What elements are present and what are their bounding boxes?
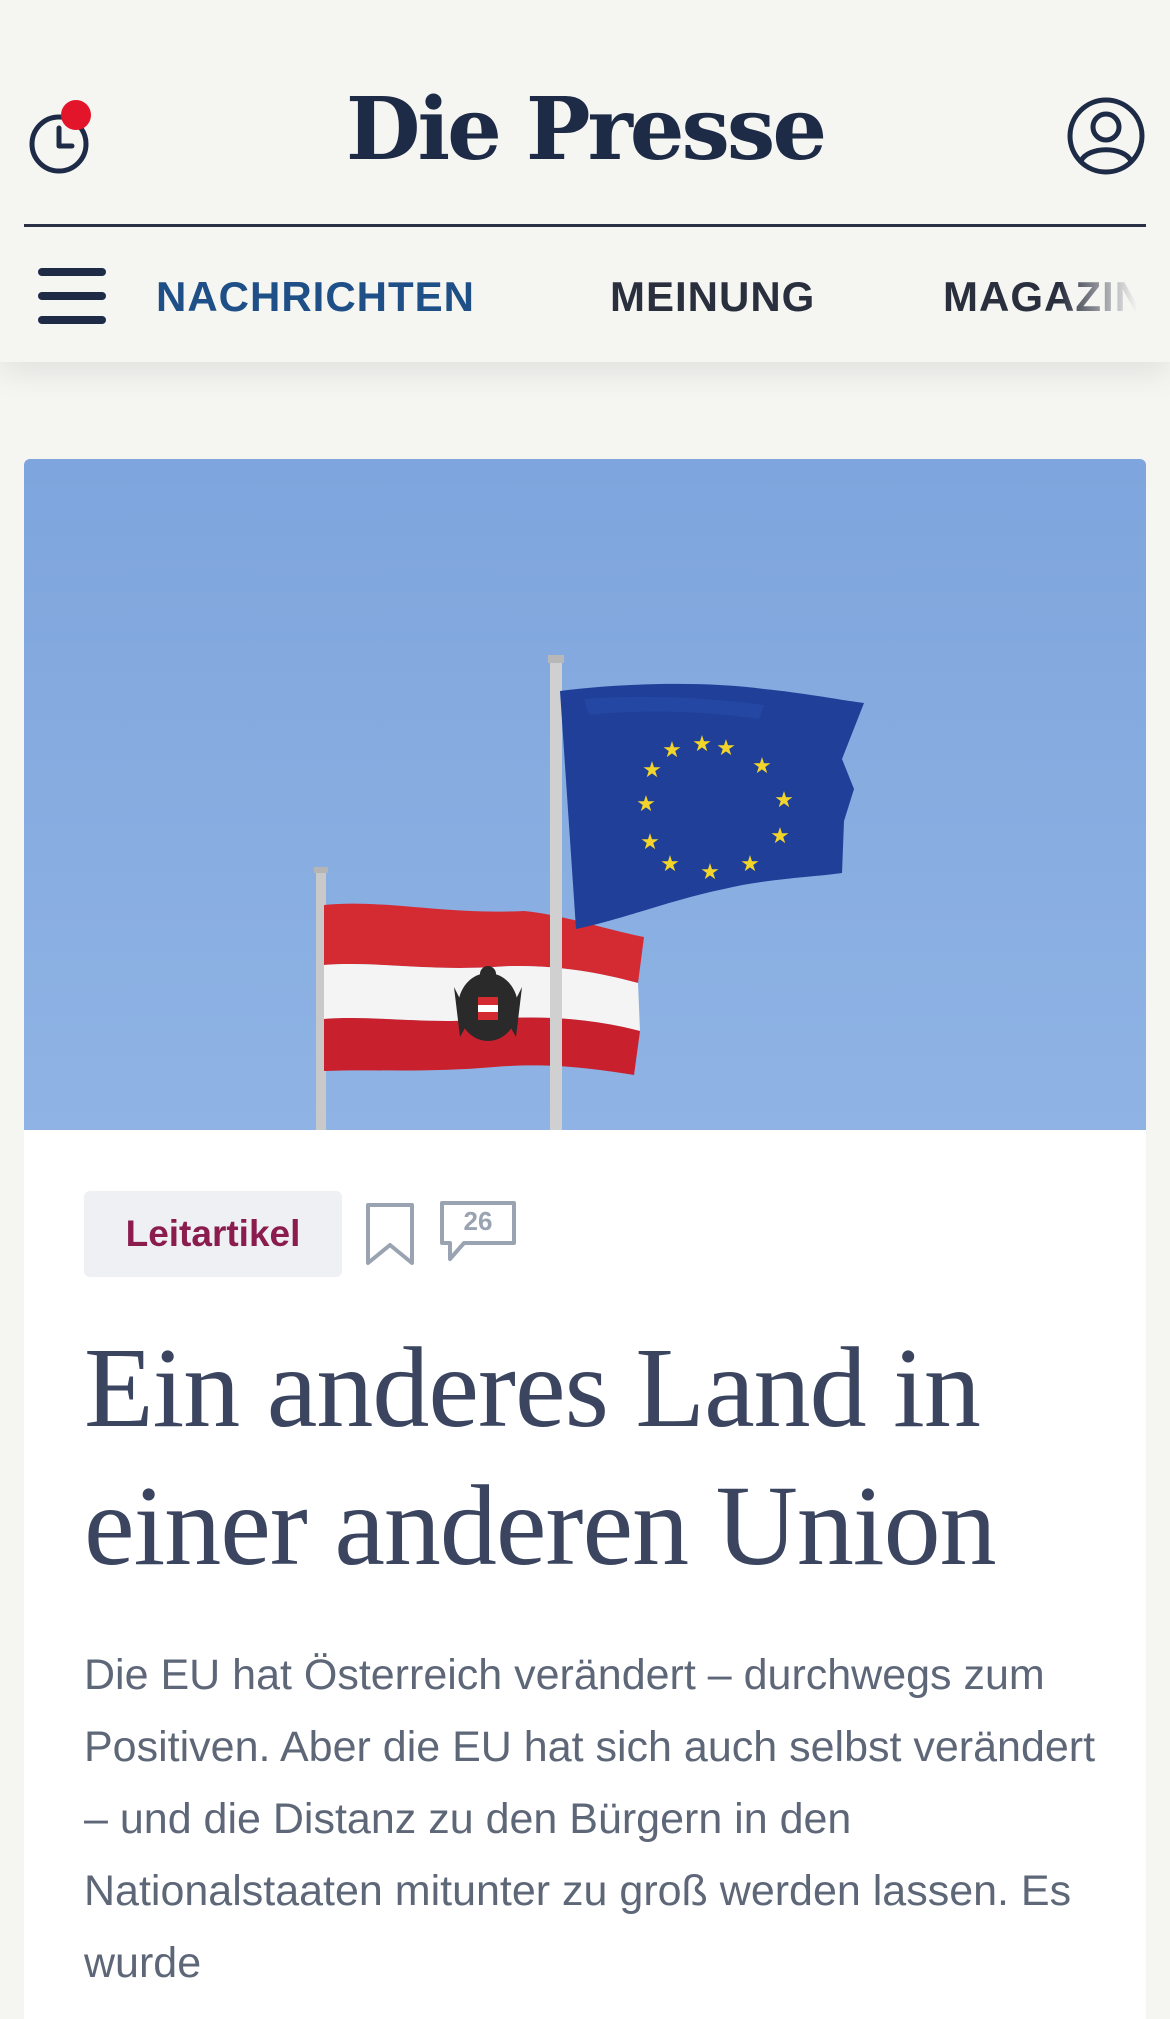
header-divider bbox=[24, 224, 1146, 227]
austrian-flag-and-eu-flag-image: ★ ★ ★ ★ ★ ★ ★ ★ ★ ★ ★ ★ bbox=[24, 459, 1146, 1130]
category-tag[interactable]: Leitartikel bbox=[84, 1191, 342, 1277]
svg-text:★: ★ bbox=[642, 758, 662, 783]
nav-item-nachrichten[interactable]: NACHRICHTEN bbox=[156, 272, 475, 322]
svg-text:★: ★ bbox=[640, 830, 660, 855]
article-headline[interactable]: Ein anderes Land in einer anderen Union bbox=[84, 1319, 1094, 1595]
svg-text:★: ★ bbox=[774, 788, 794, 813]
svg-text:★: ★ bbox=[770, 824, 790, 849]
section-nav: NACHRICHTEN MEINUNG MAGAZIN bbox=[0, 228, 1170, 362]
user-account-icon bbox=[1067, 97, 1145, 175]
svg-text:★: ★ bbox=[662, 738, 682, 763]
comments-button[interactable]: 26 bbox=[438, 1199, 518, 1265]
svg-text:★: ★ bbox=[636, 792, 656, 817]
comment-count: 26 bbox=[463, 1206, 493, 1236]
site-logo[interactable]: Die Presse bbox=[0, 80, 1170, 180]
svg-text:★: ★ bbox=[752, 754, 772, 779]
bookmark-button[interactable] bbox=[364, 1201, 416, 1269]
bookmark-icon bbox=[366, 1203, 414, 1265]
hamburger-menu-icon[interactable] bbox=[38, 268, 106, 324]
article-lead: Die EU hat Österreich verändert – durchw… bbox=[84, 1651, 1096, 1987]
hero-image: ★ ★ ★ ★ ★ ★ ★ ★ ★ ★ ★ ★ bbox=[24, 459, 1146, 1130]
svg-text:★: ★ bbox=[700, 860, 720, 885]
svg-text:★: ★ bbox=[716, 736, 736, 761]
nav-scroll-fade bbox=[1060, 228, 1170, 362]
site-header: Die Presse NACHRICHTEN MEINUNG MAGAZIN bbox=[0, 0, 1170, 362]
svg-text:★: ★ bbox=[660, 852, 680, 877]
article-card[interactable]: ★ ★ ★ ★ ★ ★ ★ ★ ★ ★ ★ ★ Leitartikel 26 E… bbox=[24, 459, 1146, 2019]
nav-item-meinung[interactable]: MEINUNG bbox=[610, 272, 815, 322]
account-button[interactable] bbox=[1066, 96, 1146, 176]
svg-text:★: ★ bbox=[692, 732, 712, 757]
svg-text:★: ★ bbox=[740, 852, 760, 877]
